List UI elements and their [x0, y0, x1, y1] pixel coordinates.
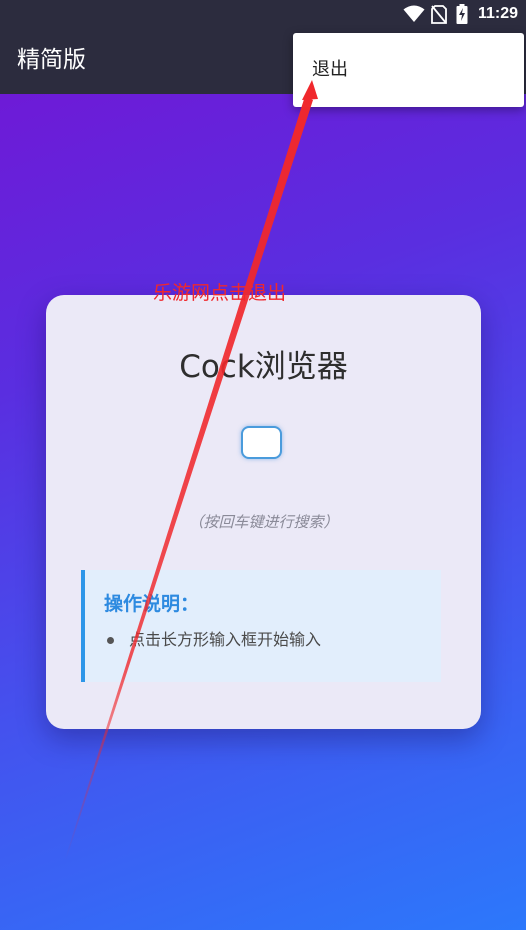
app-screen: 11:29 精简版 Cock浏览器 （按回车键进行搜索） 操作说明： 点击长方形…	[0, 0, 526, 930]
annotation-label: 乐游网点击退出	[153, 282, 287, 304]
bullet-icon	[107, 637, 114, 644]
no-sim-icon	[431, 4, 447, 24]
instructions-box: 操作说明： 点击长方形输入框开始输入	[81, 570, 441, 682]
instructions-list: 点击长方形输入框开始输入	[107, 628, 321, 652]
search-input[interactable]	[241, 426, 282, 459]
list-item: 点击长方形输入框开始输入	[107, 628, 321, 652]
menu-item-exit[interactable]: 退出	[293, 33, 524, 107]
card-title: Cock浏览器	[179, 349, 348, 385]
search-hint: （按回车键进行搜索）	[188, 513, 339, 531]
browser-card: Cock浏览器 （按回车键进行搜索） 操作说明： 点击长方形输入框开始输入	[46, 295, 481, 729]
app-title: 精简版	[17, 47, 86, 73]
menu-item-exit-label: 退出	[312, 59, 348, 80]
instructions-title: 操作说明：	[104, 593, 200, 615]
instruction-text: 点击长方形输入框开始输入	[129, 630, 322, 649]
status-time: 11:29	[477, 5, 518, 22]
wifi-icon	[403, 4, 425, 24]
status-bar: 11:29	[0, 0, 526, 30]
overflow-menu: 退出	[293, 33, 524, 107]
battery-charging-icon	[456, 4, 468, 24]
